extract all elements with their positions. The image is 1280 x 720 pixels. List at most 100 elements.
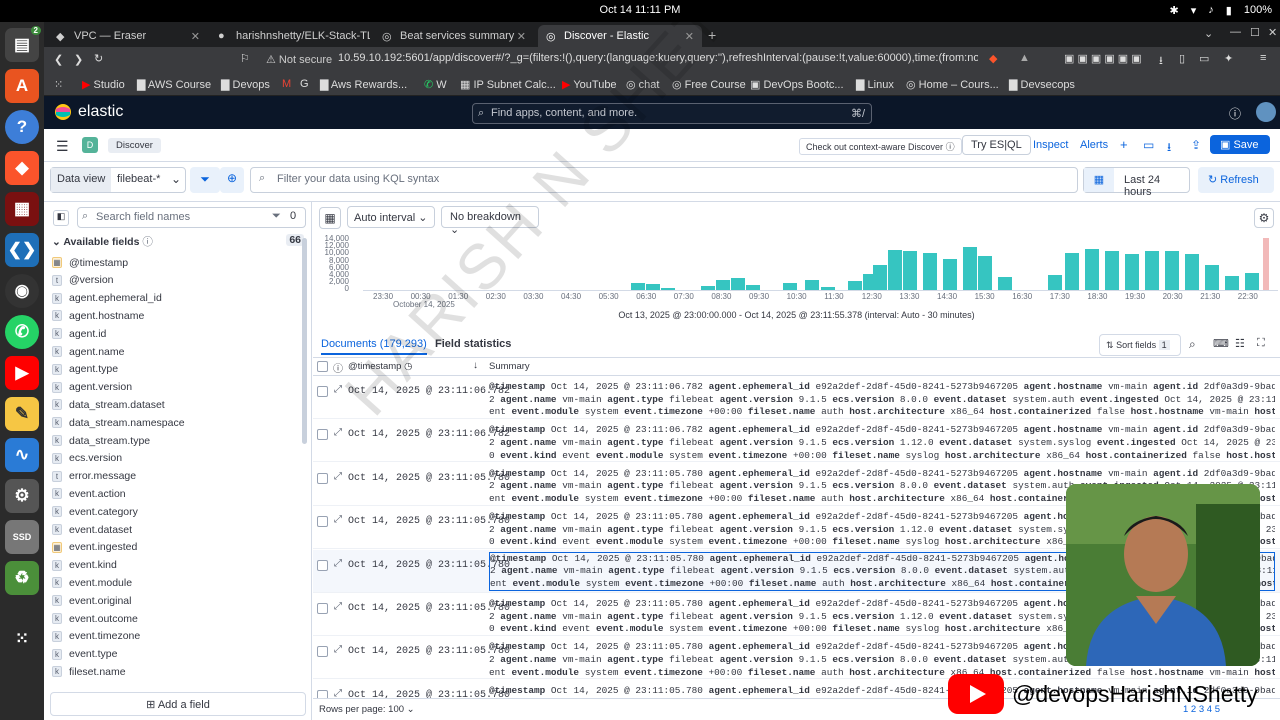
field-item[interactable]: k data_stream.dataset	[52, 396, 165, 413]
accessibility-icon[interactable]: ✱	[1170, 4, 1179, 17]
expand-row-icon[interactable]: ⤢	[334, 427, 342, 438]
breadcrumb[interactable]: Discover	[108, 138, 161, 153]
bookmark-google[interactable]: G	[300, 78, 309, 90]
histogram-bar[interactable]	[1185, 254, 1199, 290]
obs-icon[interactable]: ◉	[5, 274, 39, 308]
youtube-app-icon[interactable]: ▶	[5, 356, 39, 390]
terminal-icon[interactable]: ▦	[5, 192, 39, 226]
collapse-sidebar-icon[interactable]: ◧	[53, 210, 69, 226]
field-item[interactable]: k agent.version	[52, 379, 132, 396]
inspect-button[interactable]: Inspect	[1033, 139, 1068, 151]
tab-github[interactable]: ● harishnshetty/ELK-Stack-TLS-	[210, 25, 370, 47]
vscode-icon[interactable]: ❮❯	[5, 233, 39, 267]
help-menu-icon[interactable]: ⓘ	[1229, 105, 1241, 122]
field-item[interactable]: k event.module	[52, 574, 132, 591]
bookmark-icon[interactable]: ⚐	[240, 52, 250, 65]
histogram-bar[interactable]	[963, 246, 977, 290]
expand-row-icon[interactable]: ⤢	[334, 471, 342, 482]
chart-options-icon[interactable]: ⚙	[1254, 208, 1274, 228]
bookmark-devops[interactable]: ▇ Devops	[221, 78, 270, 91]
kql-search-input[interactable]: ⌕ Filter your data using KQL syntax	[250, 167, 1078, 193]
not-secure-label[interactable]: ⚠ Not secure	[266, 53, 332, 66]
bookmark-w[interactable]: ✆ W	[424, 78, 447, 91]
field-item[interactable]: ▦ @timestamp	[52, 254, 128, 271]
sidebar-toggle-icon[interactable]: ▯	[1179, 52, 1185, 65]
row-summary[interactable]: @timestamp Oct 14, 2025 @ 23:11:06.782 a…	[489, 381, 1275, 419]
bookmark-gmail[interactable]: M	[282, 78, 291, 90]
calendar-icon[interactable]: ▦	[1084, 168, 1114, 192]
expand-row-icon[interactable]: ⤢	[334, 601, 342, 612]
filter-menu-icon[interactable]: ⏷	[190, 167, 220, 193]
row-checkbox[interactable]	[317, 646, 328, 658]
field-item[interactable]: k event.timezone	[52, 628, 140, 645]
field-item[interactable]: t error.message	[52, 468, 136, 485]
histogram-bar[interactable]	[805, 279, 819, 290]
field-item[interactable]: ▦ event.ingested	[52, 539, 137, 556]
histogram-bar[interactable]	[1105, 251, 1119, 290]
histogram-bar[interactable]	[1065, 252, 1079, 290]
download-icon[interactable]: ⭳	[1159, 52, 1163, 71]
histogram-bar[interactable]	[716, 280, 730, 290]
clock[interactable]: Oct 14 11:11 PM	[0, 4, 1280, 16]
bookmark-linux[interactable]: ▇ Linux	[856, 78, 894, 91]
system-tray[interactable]: ✱ ▾ ♪ ▮ 100%	[1170, 4, 1272, 17]
histogram-bar[interactable]	[943, 258, 957, 290]
bookmark-devops-bootcamp[interactable]: ▣ DevOps Bootc...	[750, 78, 844, 91]
row-checkbox[interactable]	[317, 516, 328, 528]
brave-shield-icon[interactable]: ◆	[989, 52, 997, 65]
histogram-bar[interactable]	[873, 264, 887, 290]
save-button[interactable]: ▣ Save	[1210, 135, 1270, 154]
files-app-icon[interactable]: ▤ 2	[5, 26, 41, 62]
histogram-bar[interactable]	[923, 252, 937, 290]
keyboard-icon[interactable]: ⌨	[1213, 337, 1229, 350]
field-item[interactable]: k event.category	[52, 503, 138, 520]
add-filter-icon[interactable]: ⊕	[220, 167, 244, 193]
forward-icon[interactable]: ❯	[74, 53, 83, 66]
brave-browser-icon[interactable]: ◆	[5, 151, 39, 185]
field-item[interactable]: k agent.type	[52, 361, 118, 378]
leo-icon[interactable]: ✦	[1224, 52, 1233, 65]
menu-toggle-icon[interactable]: ☰	[56, 138, 69, 155]
text-editor-icon[interactable]: ✎	[5, 397, 39, 431]
histogram-bar[interactable]	[1048, 275, 1062, 290]
battery-icon[interactable]: ▮	[1226, 4, 1232, 17]
fullscreen-icon[interactable]: ⛶	[1257, 337, 1265, 350]
data-view-picker[interactable]: Data view filebeat-* ⌄	[50, 167, 186, 193]
system-monitor-icon[interactable]: ∿	[5, 438, 39, 472]
bookmark-studio[interactable]: ▶ Studio	[82, 78, 125, 91]
try-esql-button[interactable]: Try ES|QL	[962, 135, 1031, 155]
field-item[interactable]: t @version	[52, 272, 114, 289]
share-icon[interactable]: ⇪	[1191, 138, 1201, 152]
sort-fields-button[interactable]: ⇅ Sort fields 1	[1099, 334, 1181, 356]
avatar[interactable]	[1256, 102, 1276, 122]
field-item[interactable]: k agent.name	[52, 343, 124, 360]
expand-row-icon[interactable]: ⤢	[334, 558, 342, 569]
row-checkbox[interactable]	[317, 603, 328, 614]
field-item[interactable]: k agent.id	[52, 325, 106, 342]
tab-eraser[interactable]: ◆ VPC — Eraser ✕	[48, 25, 208, 47]
interval-selector[interactable]: Auto interval ⌄	[347, 206, 435, 228]
expand-row-icon[interactable]: ⤢	[334, 514, 342, 525]
extensions-icons[interactable]: ▣ ▣ ▣ ▣ ▣ ▣	[1064, 52, 1142, 65]
expand-row-icon[interactable]: ⤢	[334, 688, 342, 698]
bookmark-ip-subnet[interactable]: ▦ IP Subnet Calc...	[460, 78, 556, 91]
ssd-drive-icon[interactable]: SSD	[5, 520, 39, 554]
histogram-bar[interactable]	[1263, 238, 1269, 290]
settings-icon[interactable]: ⚙	[5, 479, 39, 513]
bookmark-home-courses[interactable]: ◎ Home – Cours...	[906, 78, 999, 91]
histogram-bar[interactable]	[783, 282, 797, 290]
field-item[interactable]: k fileset.name	[52, 663, 126, 680]
field-search-input[interactable]: ⌕ Search field names ⏷ 0	[77, 207, 306, 228]
context-aware-callout[interactable]: Check out context-aware Discover ⓘ	[799, 138, 962, 155]
minimize-icon[interactable]: —	[1230, 26, 1241, 38]
chart-toggle-icon[interactable]: ▦	[319, 207, 341, 229]
table-row[interactable]: ⤢ Oct 14, 2025 @ 23:11:06.782 @timestamp O…	[313, 419, 1280, 463]
sidebar-scrollbar[interactable]	[302, 238, 307, 444]
time-picker[interactable]: ▦ Last 24 hours	[1083, 167, 1190, 198]
download-report-icon[interactable]: ⭳	[1167, 138, 1171, 159]
expand-row-icon[interactable]: ⤢	[334, 644, 342, 655]
alerts-button[interactable]: Alerts	[1080, 139, 1108, 151]
histogram-bar[interactable]	[903, 251, 917, 290]
open-icon[interactable]: ▭	[1143, 138, 1154, 152]
field-item[interactable]: k agent.hostname	[52, 307, 144, 324]
